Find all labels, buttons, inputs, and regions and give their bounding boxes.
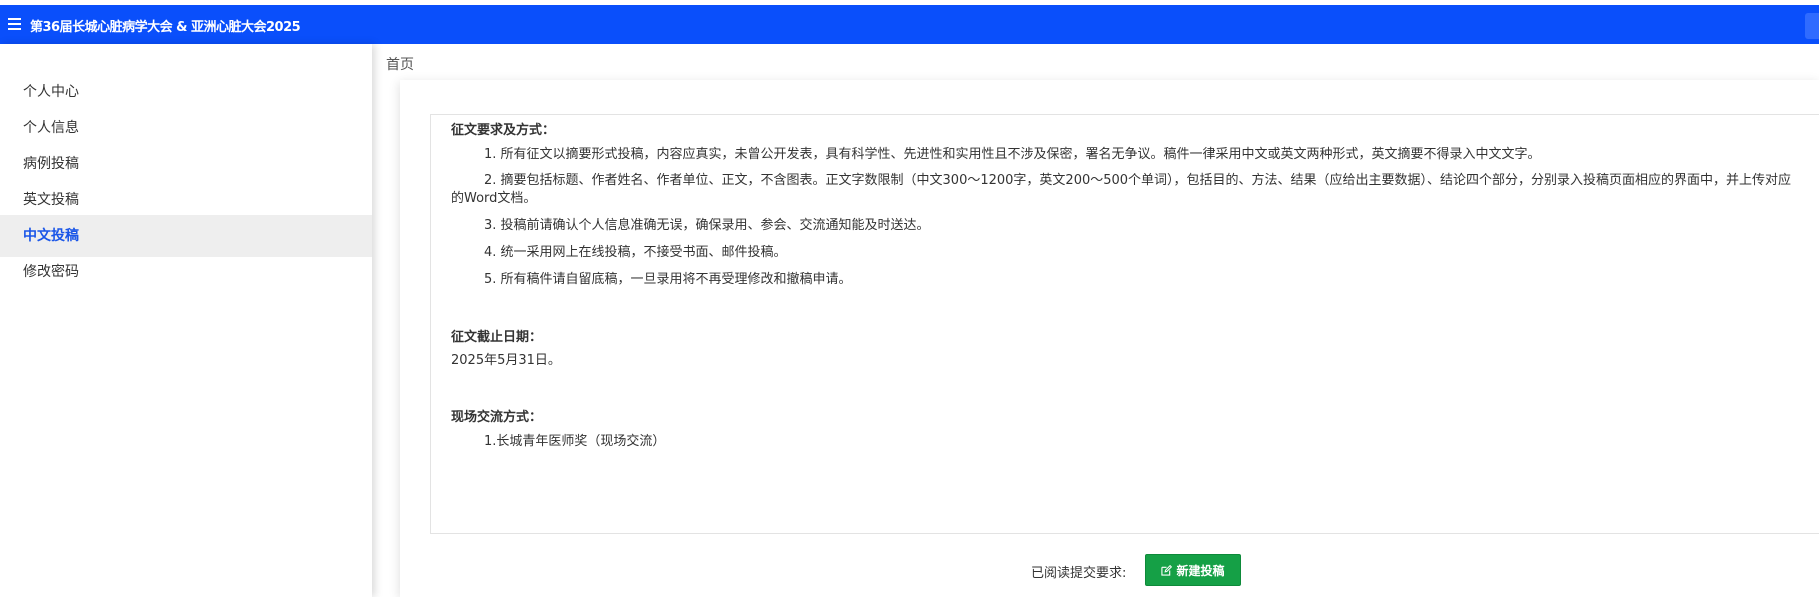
exit-button[interactable] <box>1805 13 1819 39</box>
edit-icon <box>1161 564 1173 576</box>
hamburger-menu-icon[interactable] <box>8 18 21 30</box>
sidebar: 个人中心 个人信息 病例投稿 英文投稿 中文投稿 修改密码 <box>0 44 372 597</box>
requirement-item: 3. 投稿前请确认个人信息准确无误，确保录用、参会、交流通知能及时送达。 <box>484 218 930 233</box>
sidebar-item-change-password[interactable]: 修改密码 <box>0 251 372 293</box>
exchange-item: 1.长城青年医师奖（现场交流） <box>484 434 666 449</box>
requirements-box: 征文要求及方式： 1. 所有征文以摘要形式投稿，内容应真实，未曾公开发表，具有科… <box>430 114 1819 534</box>
deadline-value: 2025年5月31日。 <box>451 353 561 368</box>
exchange-title: 现场交流方式： <box>451 410 543 425</box>
app-title: 第36届长城心脏病学大会 & 亚洲心脏大会2025 <box>30 20 301 35</box>
read-confirm-label: 已阅读提交要求: <box>1031 566 1127 581</box>
new-submission-label: 新建投稿 <box>1176 563 1225 578</box>
requirement-item: 1. 所有征文以摘要形式投稿，内容应真实，未曾公开发表，具有科学性、先进性和实用… <box>484 147 1541 162</box>
deadline-title: 征文截止日期： <box>451 330 543 345</box>
new-submission-button[interactable]: 新建投稿 <box>1145 554 1241 586</box>
requirement-item: 2. 摘要包括标题、作者姓名、作者单位、正文，不含图表。正文字数限制（中文300… <box>451 173 1792 206</box>
requirement-item: 5. 所有稿件请自留底稿，一旦录用将不再受理修改和撤稿申请。 <box>484 272 852 287</box>
requirement-item: 4. 统一采用网上在线投稿，不接受书面、邮件投稿。 <box>484 245 787 260</box>
top-header-bar: 第36届长城心脏病学大会 & 亚洲心脏大会2025 <box>0 5 1819 44</box>
breadcrumb[interactable]: 首页 <box>386 54 414 74</box>
requirements-title: 征文要求及方式： <box>451 123 556 138</box>
